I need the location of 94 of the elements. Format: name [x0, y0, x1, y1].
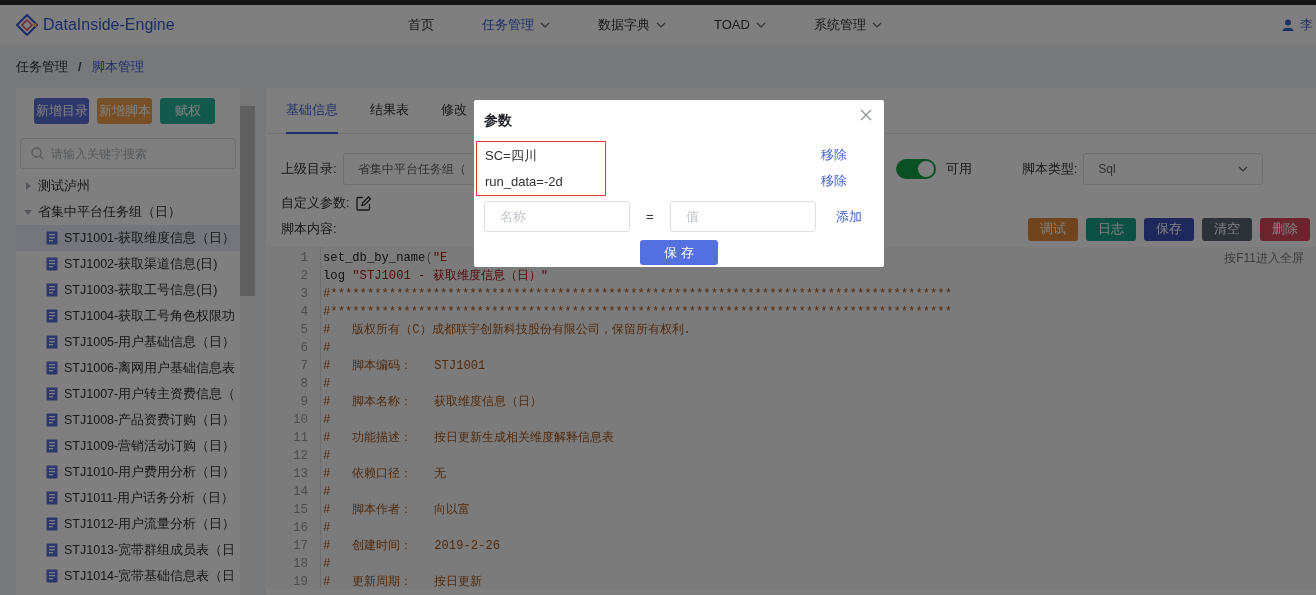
tree-item[interactable]: STJ1006-离网用户基础信息表 — [16, 355, 240, 381]
tree-item[interactable]: STJ1003-获取工号信息(日) — [16, 277, 240, 303]
code-line: # — [323, 340, 331, 357]
diamond-logo-icon — [16, 14, 38, 36]
code-line: # 脚本作者： 向以富 — [323, 502, 471, 519]
script-type-select[interactable]: Sql — [1083, 153, 1264, 185]
document-icon — [46, 283, 58, 297]
code-line: #************************************************************************************* — [323, 304, 952, 321]
tab[interactable]: 基础信息 — [286, 88, 338, 134]
breadcrumb-item[interactable]: 任务管理 — [16, 56, 68, 77]
name-input[interactable]: 名称 — [484, 201, 630, 232]
tree-item[interactable]: STJ1008-产品资费订购（日） — [16, 407, 240, 433]
code-editor[interactable] — [265, 247, 1316, 589]
tree-node[interactable]: 省集中平台任务组（日） — [16, 199, 240, 225]
document-icon — [46, 309, 58, 323]
code-line: # — [323, 412, 331, 429]
code-line: # 更新周期： 按日更新 — [323, 574, 483, 591]
action-button[interactable]: 日志 — [1086, 217, 1136, 241]
edit-icon[interactable] — [355, 195, 371, 211]
document-icon — [46, 257, 58, 271]
document-icon — [46, 361, 58, 375]
field-label: 脚本类型: — [1021, 160, 1078, 179]
code-line: # 依赖口径： 无 — [323, 466, 447, 483]
equals-sign: = — [646, 207, 654, 226]
tree-item[interactable]: STJ1001-获取维度信息（日） — [16, 225, 240, 251]
code-line: # — [323, 448, 331, 465]
action-button[interactable]: 清空 — [1202, 217, 1252, 241]
document-icon — [46, 439, 58, 453]
nav-menu-item[interactable]: 系统管理 — [789, 15, 906, 35]
tree-item[interactable]: STJ1009-营销活动订购（日） — [16, 433, 240, 459]
tree-item[interactable]: STJ1005-用户基础信息（日） — [16, 329, 240, 355]
tree-item[interactable]: STJ1007-用户转主资费信息（ — [16, 381, 240, 407]
user-icon — [1282, 19, 1294, 31]
chevron-down-icon — [1238, 166, 1249, 172]
document-icon — [46, 491, 58, 505]
nav-menu-item[interactable]: 首页 — [384, 15, 458, 35]
tab[interactable]: 结果表 — [370, 88, 409, 134]
remove-link[interactable]: 移除 — [821, 168, 847, 194]
toolbar-button[interactable]: 新增目录 — [34, 98, 89, 124]
document-icon — [46, 543, 58, 557]
param-entry: SC=四川 — [485, 147, 538, 166]
dialog-title: 参数 — [484, 111, 512, 130]
tree-item[interactable]: STJ1013-宽带群组成员表（日 — [16, 537, 240, 563]
tree-item[interactable]: STJ1014-宽带基础信息表（日 — [16, 563, 240, 589]
user-name[interactable]: 李 — [1300, 15, 1313, 35]
document-icon — [46, 387, 58, 401]
breadcrumb-item[interactable]: 脚本管理 — [91, 56, 144, 77]
tree-node[interactable]: 测试泸州 — [16, 173, 240, 199]
field-label: 上级目录: — [281, 160, 337, 179]
remove-link[interactable]: 移除 — [821, 142, 847, 168]
code-line: # — [323, 484, 331, 501]
document-icon — [46, 517, 58, 531]
tree-item[interactable]: STJ1002-获取渠道信息(日) — [16, 251, 240, 277]
app-title: DataInside-Engine — [43, 15, 175, 35]
document-icon — [46, 569, 58, 583]
field-label: 自定义参数: — [281, 194, 350, 213]
caret-down-icon[interactable] — [24, 208, 32, 216]
toggle-switch[interactable] — [895, 159, 936, 179]
code-line: set_db_by_name("E — [323, 250, 448, 267]
tree-item[interactable]: STJ1011-用户话务分析（日） — [16, 485, 240, 511]
breadcrumb-separator: / — [78, 57, 82, 76]
add-link[interactable]: 添加 — [835, 203, 862, 230]
tree-item[interactable]: STJ1004-获取工号角色权限功 — [16, 303, 240, 329]
document-icon — [46, 231, 58, 245]
tree-item[interactable]: STJ1010-用户费用分析（日） — [16, 459, 240, 485]
code-line: # — [323, 556, 331, 573]
code-line: # 创建时间： 2019-2-26 — [323, 538, 501, 555]
select-value: Sql — [1098, 161, 1116, 178]
code-line: # 脚本编码： STJ1001 — [323, 358, 486, 375]
code-line: # — [323, 520, 331, 537]
value-input[interactable]: 值 — [669, 201, 816, 232]
field-label: 脚本内容: — [281, 220, 337, 239]
caret-right-icon[interactable] — [24, 182, 32, 190]
fullscreen-hint: 按F11进入全屏 — [1224, 250, 1304, 267]
close-icon[interactable] — [860, 109, 872, 121]
action-button[interactable]: 删除 — [1260, 217, 1310, 241]
code-line: # 版权所有（C）成都联宇创新科技股份有限公司，保留所有权利. — [323, 322, 691, 339]
document-icon — [46, 335, 58, 349]
code-line: log "STJ1001 - 获取维度信息（日）" — [323, 268, 549, 285]
code-line: # 功能描述： 按日更新生成相关维度解释信息表 — [323, 430, 615, 447]
code-line: # 脚本名称： 获取维度信息（日） — [323, 394, 543, 411]
param-entry: run_data=-2d — [485, 173, 564, 192]
action-button[interactable]: 保存 — [1144, 217, 1194, 241]
tab[interactable]: 修改 — [441, 88, 467, 134]
document-icon — [46, 465, 58, 479]
code-line: # — [323, 376, 331, 393]
nav-menu-item[interactable]: 任务管理 — [458, 15, 574, 35]
code-line: #************************************************************************************* — [323, 286, 952, 303]
nav-menu-item[interactable]: TOAD — [690, 15, 790, 35]
nav-menu-item[interactable]: 数据字典 — [574, 15, 690, 35]
tree-item[interactable]: STJ1012-用户流量分析（日） — [16, 511, 240, 537]
save-button[interactable]: 保 存 — [640, 240, 718, 265]
toggle-label: 可用 — [945, 160, 972, 179]
document-icon — [46, 413, 58, 427]
